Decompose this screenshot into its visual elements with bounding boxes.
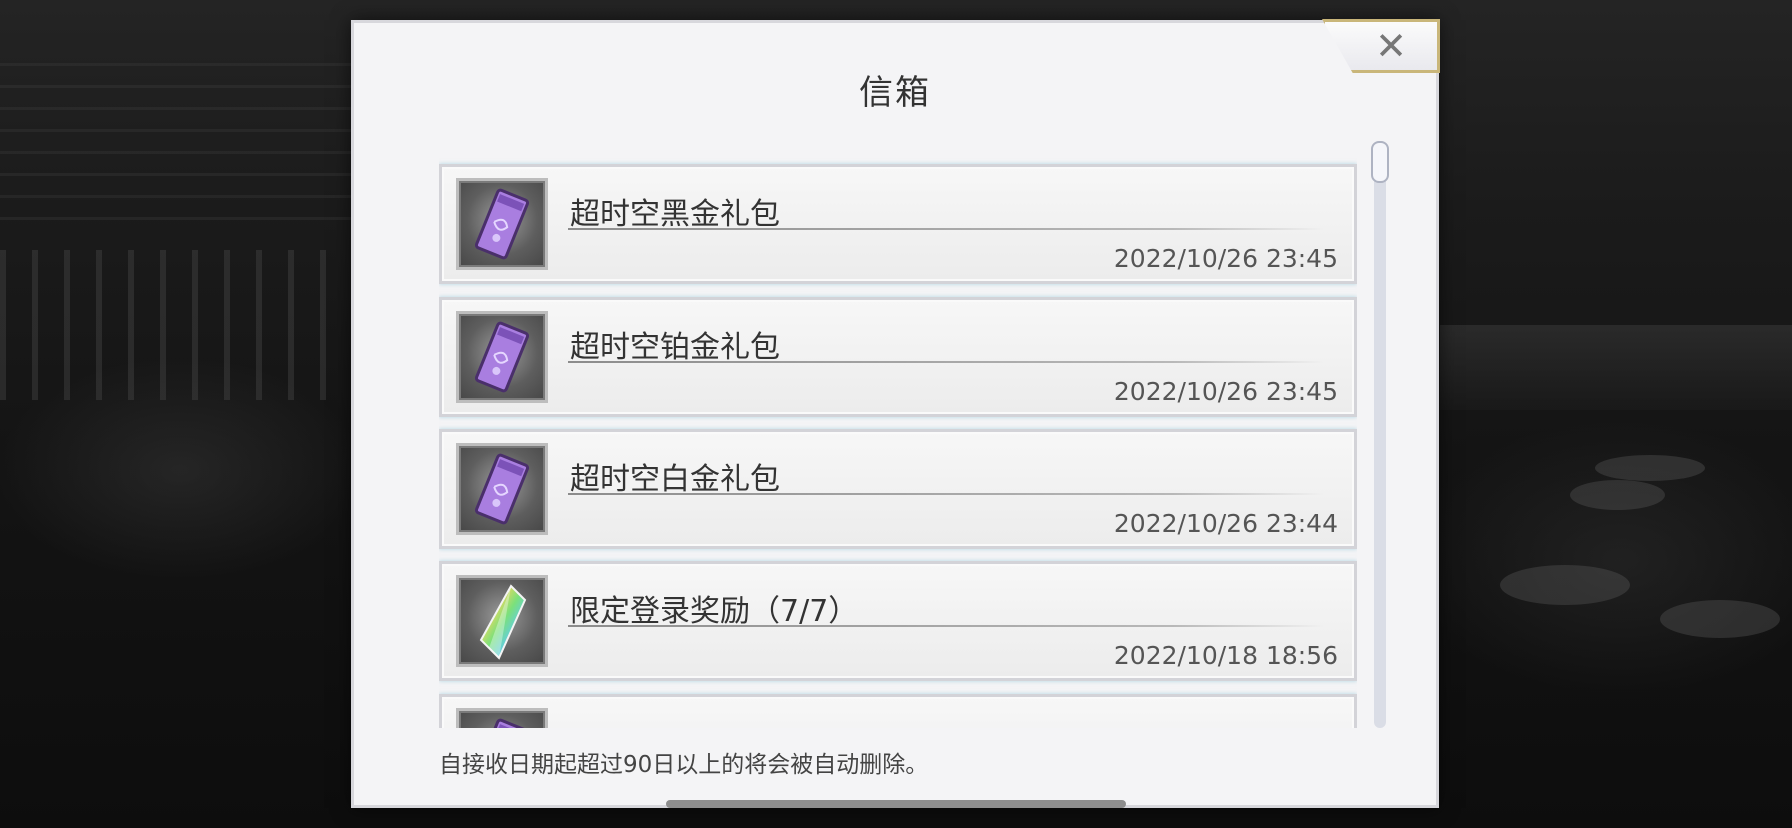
mail-subject: 超时空铂金礼包: [570, 330, 780, 365]
mail-date: 2022/10/26 23:45: [1113, 244, 1338, 273]
mail-item[interactable]: 限定登录奖励（6/7）: [439, 694, 1357, 728]
background-stone: [1595, 455, 1705, 481]
mail-list: 超时空黑金礼包 2022/10/26 23:45 超时空铂金礼包 2022/10…: [439, 141, 1357, 728]
mail-item[interactable]: 限定登录奖励（7/7） 2022/10/18 18:56: [439, 561, 1357, 681]
divider: [568, 493, 1324, 495]
auto-delete-notice: 自接收日期起超过90日以上的将会被自动删除。: [439, 752, 929, 778]
mail-subject: 限定登录奖励（7/7）: [570, 594, 859, 629]
mail-item[interactable]: 超时空白金礼包 2022/10/26 23:44: [439, 429, 1357, 549]
background-stone: [1500, 565, 1630, 605]
scroll-thumb[interactable]: [1371, 141, 1389, 183]
close-x-icon: ✕: [1375, 24, 1407, 68]
background-fence: [0, 250, 360, 400]
ticket-icon: [456, 443, 548, 535]
mail-list-scrollbar[interactable]: [1371, 141, 1389, 728]
background-stone: [1660, 600, 1780, 638]
mail-item[interactable]: 超时空铂金礼包 2022/10/26 23:45: [439, 297, 1357, 417]
divider: [568, 228, 1324, 230]
ticket-icon: [456, 178, 548, 270]
mail-subject: 限定登录奖励（6/7）: [570, 719, 858, 728]
background-roof: [0, 60, 360, 220]
mail-subject: 超时空黑金礼包: [570, 197, 780, 232]
divider: [568, 361, 1324, 363]
background-bench: [1440, 325, 1792, 410]
mail-date: 2022/10/26 23:44: [1113, 509, 1338, 538]
dialog-title: 信箱: [859, 73, 931, 113]
mailbox-dialog: 信箱 ✕ 超时空黑金礼包 2022/10/26 23:45 超时空铂金礼包 20…: [351, 19, 1440, 808]
ticket-icon: [456, 311, 548, 403]
ticket-icon: [456, 708, 548, 728]
divider: [568, 625, 1324, 627]
mail-item[interactable]: 超时空黑金礼包 2022/10/26 23:45: [439, 164, 1357, 284]
home-indicator[interactable]: [666, 800, 1126, 808]
rainbow-crystal-icon: [456, 575, 548, 667]
background-stone: [1570, 480, 1665, 510]
mail-date: 2022/10/26 23:45: [1113, 377, 1338, 406]
mail-subject: 超时空白金礼包: [570, 462, 780, 497]
mail-date: 2022/10/18 18:56: [1113, 641, 1338, 670]
